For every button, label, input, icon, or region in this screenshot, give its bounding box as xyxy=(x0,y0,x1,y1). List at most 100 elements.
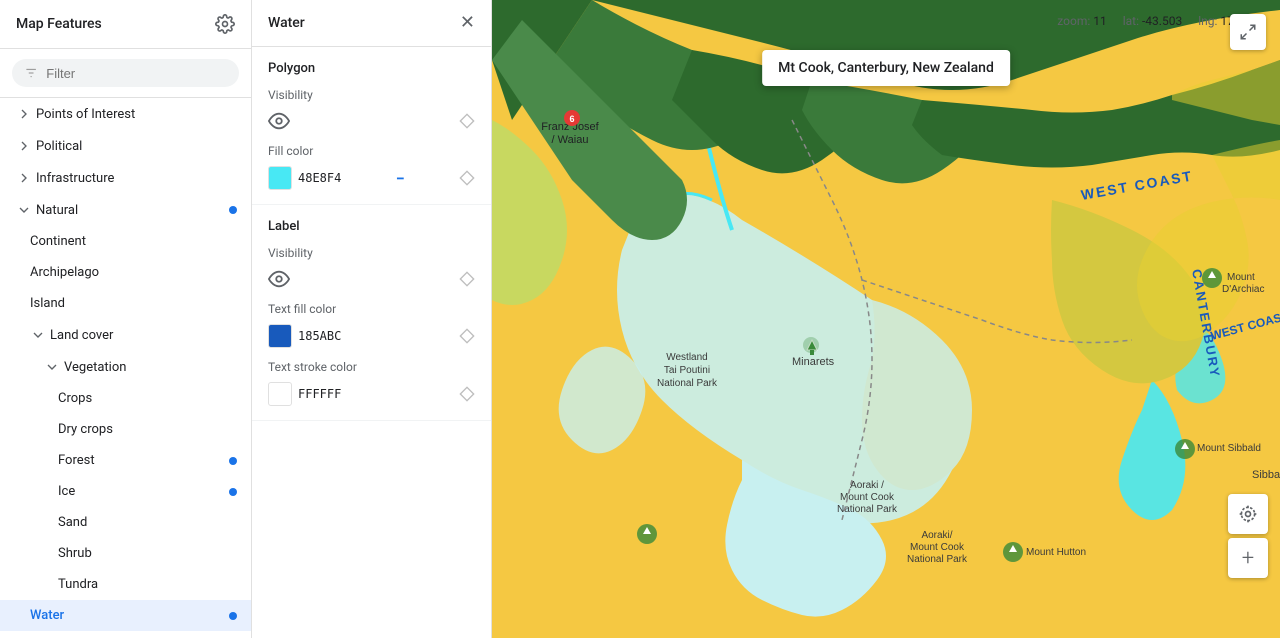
sidebar-item-label: Infrastructure xyxy=(36,171,114,186)
map-area: zoom: 11 lat: -43.503 lng: 170.306 Mt Co… xyxy=(492,0,1280,638)
label-section: Label Visibility Text fill color 185ABC … xyxy=(252,205,491,421)
svg-text:National Park: National Park xyxy=(907,554,968,565)
text-stroke-color-swatch xyxy=(268,382,292,406)
panel-title: Water xyxy=(268,15,305,31)
svg-text:Mount Hutton: Mount Hutton xyxy=(1026,547,1086,558)
eye-icon[interactable] xyxy=(268,268,290,290)
sidebar-item-ice[interactable]: Ice xyxy=(0,476,251,507)
fill-color-row: 48E8F4 − xyxy=(268,166,475,190)
sidebar-item-crops[interactable]: Crops xyxy=(0,383,251,414)
text-stroke-color-value: FFFFFF xyxy=(298,387,341,401)
text-fill-color-label: Text fill color xyxy=(268,302,475,316)
sidebar-item-label: Continent xyxy=(30,234,86,249)
sidebar-item-label: Forest xyxy=(58,453,95,468)
modified-dot xyxy=(229,206,237,214)
chevron-down-icon xyxy=(44,359,60,375)
filter-icon xyxy=(24,65,38,81)
sidebar: Map Features Points of Interest Politica… xyxy=(0,0,252,638)
svg-text:Aoraki /: Aoraki / xyxy=(850,480,884,491)
svg-text:Westland: Westland xyxy=(666,352,708,363)
svg-text:Minarets: Minarets xyxy=(792,356,835,368)
sidebar-item-label: Points of Interest xyxy=(36,107,135,122)
sidebar-item-shrub[interactable]: Shrub xyxy=(0,538,251,569)
sidebar-item-island[interactable]: Island xyxy=(0,288,251,319)
svg-text:Sibbald: Sibbald xyxy=(1252,469,1280,481)
location-icon xyxy=(1238,504,1258,524)
text-stroke-color-row: FFFFFF xyxy=(268,382,475,406)
diamond-icon[interactable] xyxy=(459,113,475,129)
nav-list: Points of Interest Political Infrastruct… xyxy=(0,98,251,638)
text-stroke-color-label: Text stroke color xyxy=(268,360,475,374)
eye-icon[interactable] xyxy=(268,110,290,132)
sidebar-item-label: Ice xyxy=(58,484,75,499)
text-fill-color-swatch-wrap[interactable]: 185ABC xyxy=(268,324,341,348)
fullscreen-icon xyxy=(1239,23,1257,41)
sidebar-item-label: Vegetation xyxy=(64,360,126,375)
sidebar-item-dry-crops[interactable]: Dry crops xyxy=(0,414,251,445)
zoom-in-button[interactable]: + xyxy=(1228,538,1268,578)
visibility-label: Visibility xyxy=(268,88,475,102)
svg-text:/ Waiau: / Waiau xyxy=(552,134,589,146)
svg-text:D'Archiac: D'Archiac xyxy=(1222,284,1264,295)
map-svg: WEST COAST CANTERBURY WEST COAST CANTERB… xyxy=(492,0,1280,638)
chevron-right-icon xyxy=(16,138,32,154)
map-controls: + xyxy=(1228,494,1268,578)
sidebar-item-land-cover[interactable]: Land cover xyxy=(0,319,251,351)
sidebar-item-natural[interactable]: Natural xyxy=(0,194,251,226)
location-label: Mt Cook, Canterbury, New Zealand xyxy=(762,50,1010,86)
gear-icon[interactable] xyxy=(215,14,235,34)
sidebar-item-background[interactable]: Background xyxy=(0,631,251,638)
zoom-label: zoom: 11 xyxy=(1057,14,1106,28)
text-stroke-color-swatch-wrap[interactable]: FFFFFF xyxy=(268,382,341,406)
sidebar-item-archipelago[interactable]: Archipelago xyxy=(0,257,251,288)
sidebar-title: Map Features xyxy=(16,16,102,32)
diamond-icon[interactable] xyxy=(459,170,475,186)
sidebar-item-label: Island xyxy=(30,296,65,311)
filter-bar xyxy=(0,49,251,98)
sidebar-item-label: Sand xyxy=(58,515,87,530)
label-visibility-row xyxy=(268,268,475,290)
zoom-value: 11 xyxy=(1093,14,1107,28)
sidebar-item-label: Shrub xyxy=(58,546,92,561)
text-fill-color-swatch xyxy=(268,324,292,348)
feature-panel: Water ✕ Polygon Visibility Fill color 48… xyxy=(252,0,492,638)
lat-value: -43.503 xyxy=(1142,14,1182,28)
panel-header: Water ✕ xyxy=(252,0,491,47)
svg-text:Tai Poutini: Tai Poutini xyxy=(664,365,710,376)
svg-text:Mount Cook: Mount Cook xyxy=(910,542,965,553)
sidebar-item-sand[interactable]: Sand xyxy=(0,507,251,538)
chevron-down-icon xyxy=(16,202,32,218)
sidebar-item-label: Tundra xyxy=(58,577,98,592)
sidebar-item-political[interactable]: Political xyxy=(0,130,251,162)
diamond-icon[interactable] xyxy=(459,271,475,287)
sidebar-item-label: Crops xyxy=(58,391,92,406)
filter-input[interactable] xyxy=(46,66,227,81)
location-button[interactable] xyxy=(1228,494,1268,534)
close-button[interactable]: ✕ xyxy=(460,14,475,32)
svg-text:6: 6 xyxy=(569,114,574,124)
sidebar-item-tundra[interactable]: Tundra xyxy=(0,569,251,600)
sidebar-item-continent[interactable]: Continent xyxy=(0,226,251,257)
sidebar-item-label: Water xyxy=(30,608,64,623)
sidebar-item-infrastructure[interactable]: Infrastructure xyxy=(0,162,251,194)
sidebar-item-water[interactable]: Water xyxy=(0,600,251,631)
modified-dot xyxy=(229,457,237,465)
fill-color-label: Fill color xyxy=(268,144,475,158)
label-visibility-label: Visibility xyxy=(268,246,475,260)
svg-text:National Park: National Park xyxy=(657,378,718,389)
polygon-section-title: Polygon xyxy=(268,61,475,76)
diamond-icon[interactable] xyxy=(459,328,475,344)
sidebar-item-forest[interactable]: Forest xyxy=(0,445,251,476)
sidebar-item-label: Land cover xyxy=(50,328,113,343)
diamond-icon[interactable] xyxy=(459,386,475,402)
fill-color-swatch-wrap[interactable]: 48E8F4 xyxy=(268,166,341,190)
sidebar-item-vegetation[interactable]: Vegetation xyxy=(0,351,251,383)
fullscreen-button[interactable] xyxy=(1230,14,1266,50)
fill-color-reset-icon[interactable]: − xyxy=(396,169,405,188)
text-fill-color-row: 185ABC xyxy=(268,324,475,348)
polygon-section: Polygon Visibility Fill color 48E8F4 − xyxy=(252,47,491,205)
zoom-in-icon: + xyxy=(1242,546,1254,571)
chevron-right-icon xyxy=(16,106,32,122)
sidebar-item-points-of-interest[interactable]: Points of Interest xyxy=(0,98,251,130)
chevron-down-icon xyxy=(30,327,46,343)
